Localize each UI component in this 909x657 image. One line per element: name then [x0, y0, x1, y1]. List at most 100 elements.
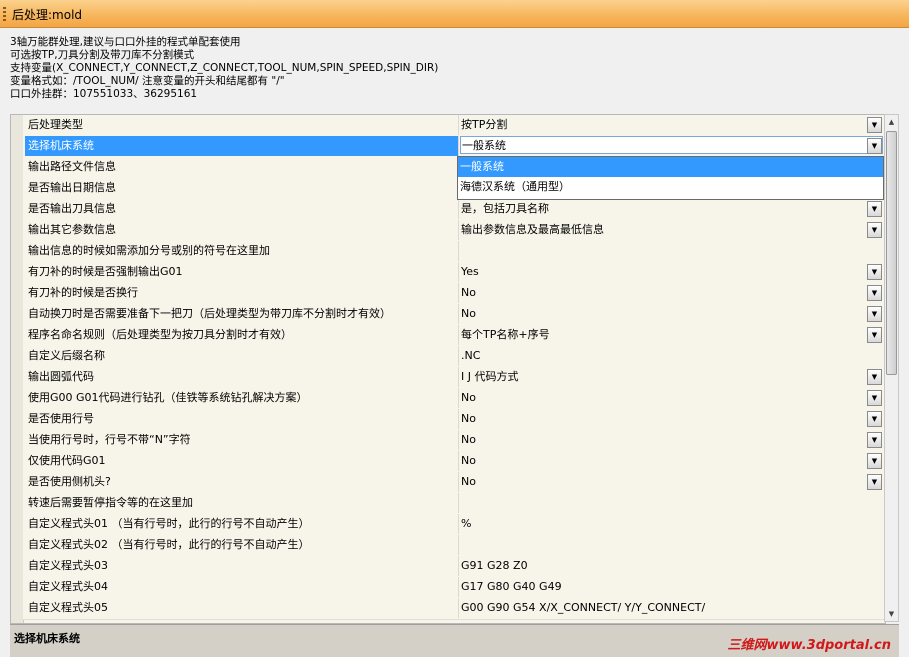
property-value-text[interactable]: G91 G28 Z0: [460, 559, 528, 572]
property-label: 自定义程式头03: [25, 556, 459, 576]
property-value[interactable]: No ▼: [460, 283, 885, 303]
chevron-down-icon[interactable]: ▼: [867, 369, 882, 385]
system-dropdown-list[interactable]: 一般系统 海德汉系统（通用型）: [457, 156, 884, 200]
property-row[interactable]: 是否输出刀具信息 是，包括刀具名称 ▼: [23, 199, 885, 221]
property-row[interactable]: 自定义程式头03 G91 G28 Z0: [23, 556, 885, 578]
property-value[interactable]: 输出参数信息及最高最低信息 ▼: [460, 220, 885, 240]
property-label: 是否使用行号: [25, 409, 459, 429]
property-row[interactable]: 有刀补的时候是否换行 No ▼: [23, 283, 885, 305]
property-row[interactable]: 程序名命名规则（后处理类型为按刀具分割时才有效） 每个TP名称+序号 ▼: [23, 325, 885, 347]
property-label: 自定义程式头05: [25, 598, 459, 618]
chevron-down-icon[interactable]: ▼: [867, 411, 882, 427]
property-row[interactable]: 输出信息的时候如需添加分号或别的符号在这里加: [23, 241, 885, 263]
property-row[interactable]: 是否使用行号 No ▼: [23, 409, 885, 431]
property-row[interactable]: 自定义程式头04 G17 G80 G40 G49: [23, 577, 885, 599]
property-value-text[interactable]: No: [460, 454, 476, 467]
property-value[interactable]: 一般系统 ▼: [460, 136, 885, 156]
chevron-down-icon[interactable]: ▼: [867, 390, 882, 406]
property-row[interactable]: 转速后需要暂停指令等的在这里加: [23, 493, 885, 515]
property-row[interactable]: 仅使用代码G01 No ▼: [23, 451, 885, 473]
property-value-text[interactable]: .NC: [460, 349, 480, 362]
property-row[interactable]: 输出其它参数信息 输出参数信息及最高最低信息 ▼: [23, 220, 885, 242]
property-value-text[interactable]: %: [460, 517, 471, 530]
property-value[interactable]: No ▼: [460, 388, 885, 408]
property-value-text[interactable]: Yes: [460, 265, 479, 278]
property-value-text[interactable]: No: [460, 286, 476, 299]
chevron-down-icon[interactable]: ▼: [867, 285, 882, 301]
property-row[interactable]: 当使用行号时，行号不带“N”字符 No ▼: [23, 430, 885, 452]
property-value[interactable]: %: [460, 514, 885, 534]
property-value[interactable]: No ▼: [460, 451, 885, 471]
chevron-down-icon[interactable]: ▼: [867, 201, 882, 217]
property-value-text[interactable]: [460, 244, 461, 257]
property-row[interactable]: 选择机床系统 一般系统 ▼: [23, 136, 885, 158]
property-value-text[interactable]: 一般系统: [460, 136, 883, 154]
property-value[interactable]: G00 G90 G54 X/X_CONNECT/ Y/Y_CONNECT/: [460, 598, 885, 618]
chevron-down-icon[interactable]: ▼: [867, 222, 882, 238]
chevron-down-icon[interactable]: ▼: [867, 306, 882, 322]
property-value-text[interactable]: No: [460, 475, 476, 488]
chevron-down-icon[interactable]: ▼: [867, 327, 882, 343]
property-value-text[interactable]: 是，包括刀具名称: [460, 202, 549, 215]
property-value[interactable]: Yes ▼: [460, 262, 885, 282]
property-row[interactable]: 自定义后缀名称 .NC: [23, 346, 885, 368]
property-value[interactable]: [460, 535, 885, 555]
property-value[interactable]: 按TP分割 ▼: [460, 115, 885, 135]
property-label: 程序名命名规则（后处理类型为按刀具分割时才有效）: [25, 325, 459, 345]
property-value[interactable]: [460, 493, 885, 513]
property-row[interactable]: 是否使用侧机头? No ▼: [23, 472, 885, 494]
property-row[interactable]: 自定义程式头05 G00 G90 G54 X/X_CONNECT/ Y/Y_CON…: [23, 598, 885, 620]
property-row[interactable]: 后处理类型 按TP分割 ▼: [23, 115, 885, 137]
property-value-text[interactable]: No: [460, 307, 476, 320]
property-value[interactable]: G91 G28 Z0: [460, 556, 885, 576]
property-row[interactable]: 输出圆弧代码 I J 代码方式 ▼: [23, 367, 885, 389]
chevron-down-icon[interactable]: ▼: [867, 138, 882, 154]
arrow-up-icon[interactable]: ▲: [885, 115, 898, 129]
property-value[interactable]: No ▼: [460, 472, 885, 492]
property-label: 是否使用侧机头?: [25, 472, 459, 492]
property-value-text[interactable]: [460, 538, 461, 551]
description-line: 变量格式如：/TOOL_NUM/ 注意变量的开头和结尾都有 "/": [10, 75, 285, 87]
property-row[interactable]: 自定义程式头01 （当有行号时，此行的行号不自动产生）%: [23, 514, 885, 536]
property-label: 是否输出日期信息: [25, 178, 459, 198]
property-value-text[interactable]: No: [460, 391, 476, 404]
property-value[interactable]: G17 G80 G40 G49: [460, 577, 885, 597]
chevron-down-icon[interactable]: ▼: [867, 117, 882, 133]
property-value-text[interactable]: No: [460, 433, 476, 446]
property-value-text[interactable]: [460, 496, 461, 509]
dropdown-option-general[interactable]: 一般系统: [458, 157, 883, 177]
property-label: 输出圆弧代码: [25, 367, 459, 387]
property-value-text[interactable]: I J 代码方式: [460, 370, 518, 383]
help-title: 选择机床系统: [14, 632, 80, 645]
property-label: 输出路径文件信息: [25, 157, 459, 177]
property-value[interactable]: No ▼: [460, 430, 885, 450]
chevron-down-icon[interactable]: ▼: [867, 432, 882, 448]
property-value[interactable]: [460, 241, 885, 261]
property-value-text[interactable]: No: [460, 412, 476, 425]
property-value[interactable]: No ▼: [460, 304, 885, 324]
property-value-text[interactable]: G00 G90 G54 X/X_CONNECT/ Y/Y_CONNECT/: [460, 601, 705, 614]
property-value-text[interactable]: 每个TP名称+序号: [460, 328, 550, 341]
property-row[interactable]: 使用G00 G01代码进行钻孔（佳铁等系统钻孔解决方案） No ▼: [23, 388, 885, 410]
arrow-down-icon[interactable]: ▼: [885, 607, 898, 621]
property-label: 自定义程式头01 （当有行号时，此行的行号不自动产生）: [25, 514, 459, 534]
property-row[interactable]: 自定义程式头02 （当有行号时，此行的行号不自动产生）: [23, 535, 885, 557]
property-row[interactable]: 自动换刀时是否需要准备下一把刀（后处理类型为带刀库不分割时才有效） No ▼: [23, 304, 885, 326]
property-value-text[interactable]: 输出参数信息及最高最低信息: [460, 223, 604, 236]
property-value[interactable]: 是，包括刀具名称 ▼: [460, 199, 885, 219]
property-value[interactable]: I J 代码方式 ▼: [460, 367, 885, 387]
grip-handle-icon[interactable]: [3, 7, 6, 21]
chevron-down-icon[interactable]: ▼: [867, 474, 882, 490]
property-value-text[interactable]: G17 G80 G40 G49: [460, 580, 562, 593]
chevron-down-icon[interactable]: ▼: [867, 453, 882, 469]
property-row[interactable]: 有刀补的时候是否强制输出G01 Yes ▼: [23, 262, 885, 284]
scrollbar-thumb[interactable]: [886, 131, 897, 375]
property-value[interactable]: .NC: [460, 346, 885, 366]
dropdown-option-heidenhain[interactable]: 海德汉系统（通用型）: [458, 177, 883, 197]
property-label: 当使用行号时，行号不带“N”字符: [25, 430, 459, 450]
vertical-scrollbar[interactable]: ▲ ▼: [884, 114, 899, 622]
property-value[interactable]: No ▼: [460, 409, 885, 429]
property-value-text[interactable]: 按TP分割: [460, 118, 507, 131]
property-value[interactable]: 每个TP名称+序号 ▼: [460, 325, 885, 345]
chevron-down-icon[interactable]: ▼: [867, 264, 882, 280]
